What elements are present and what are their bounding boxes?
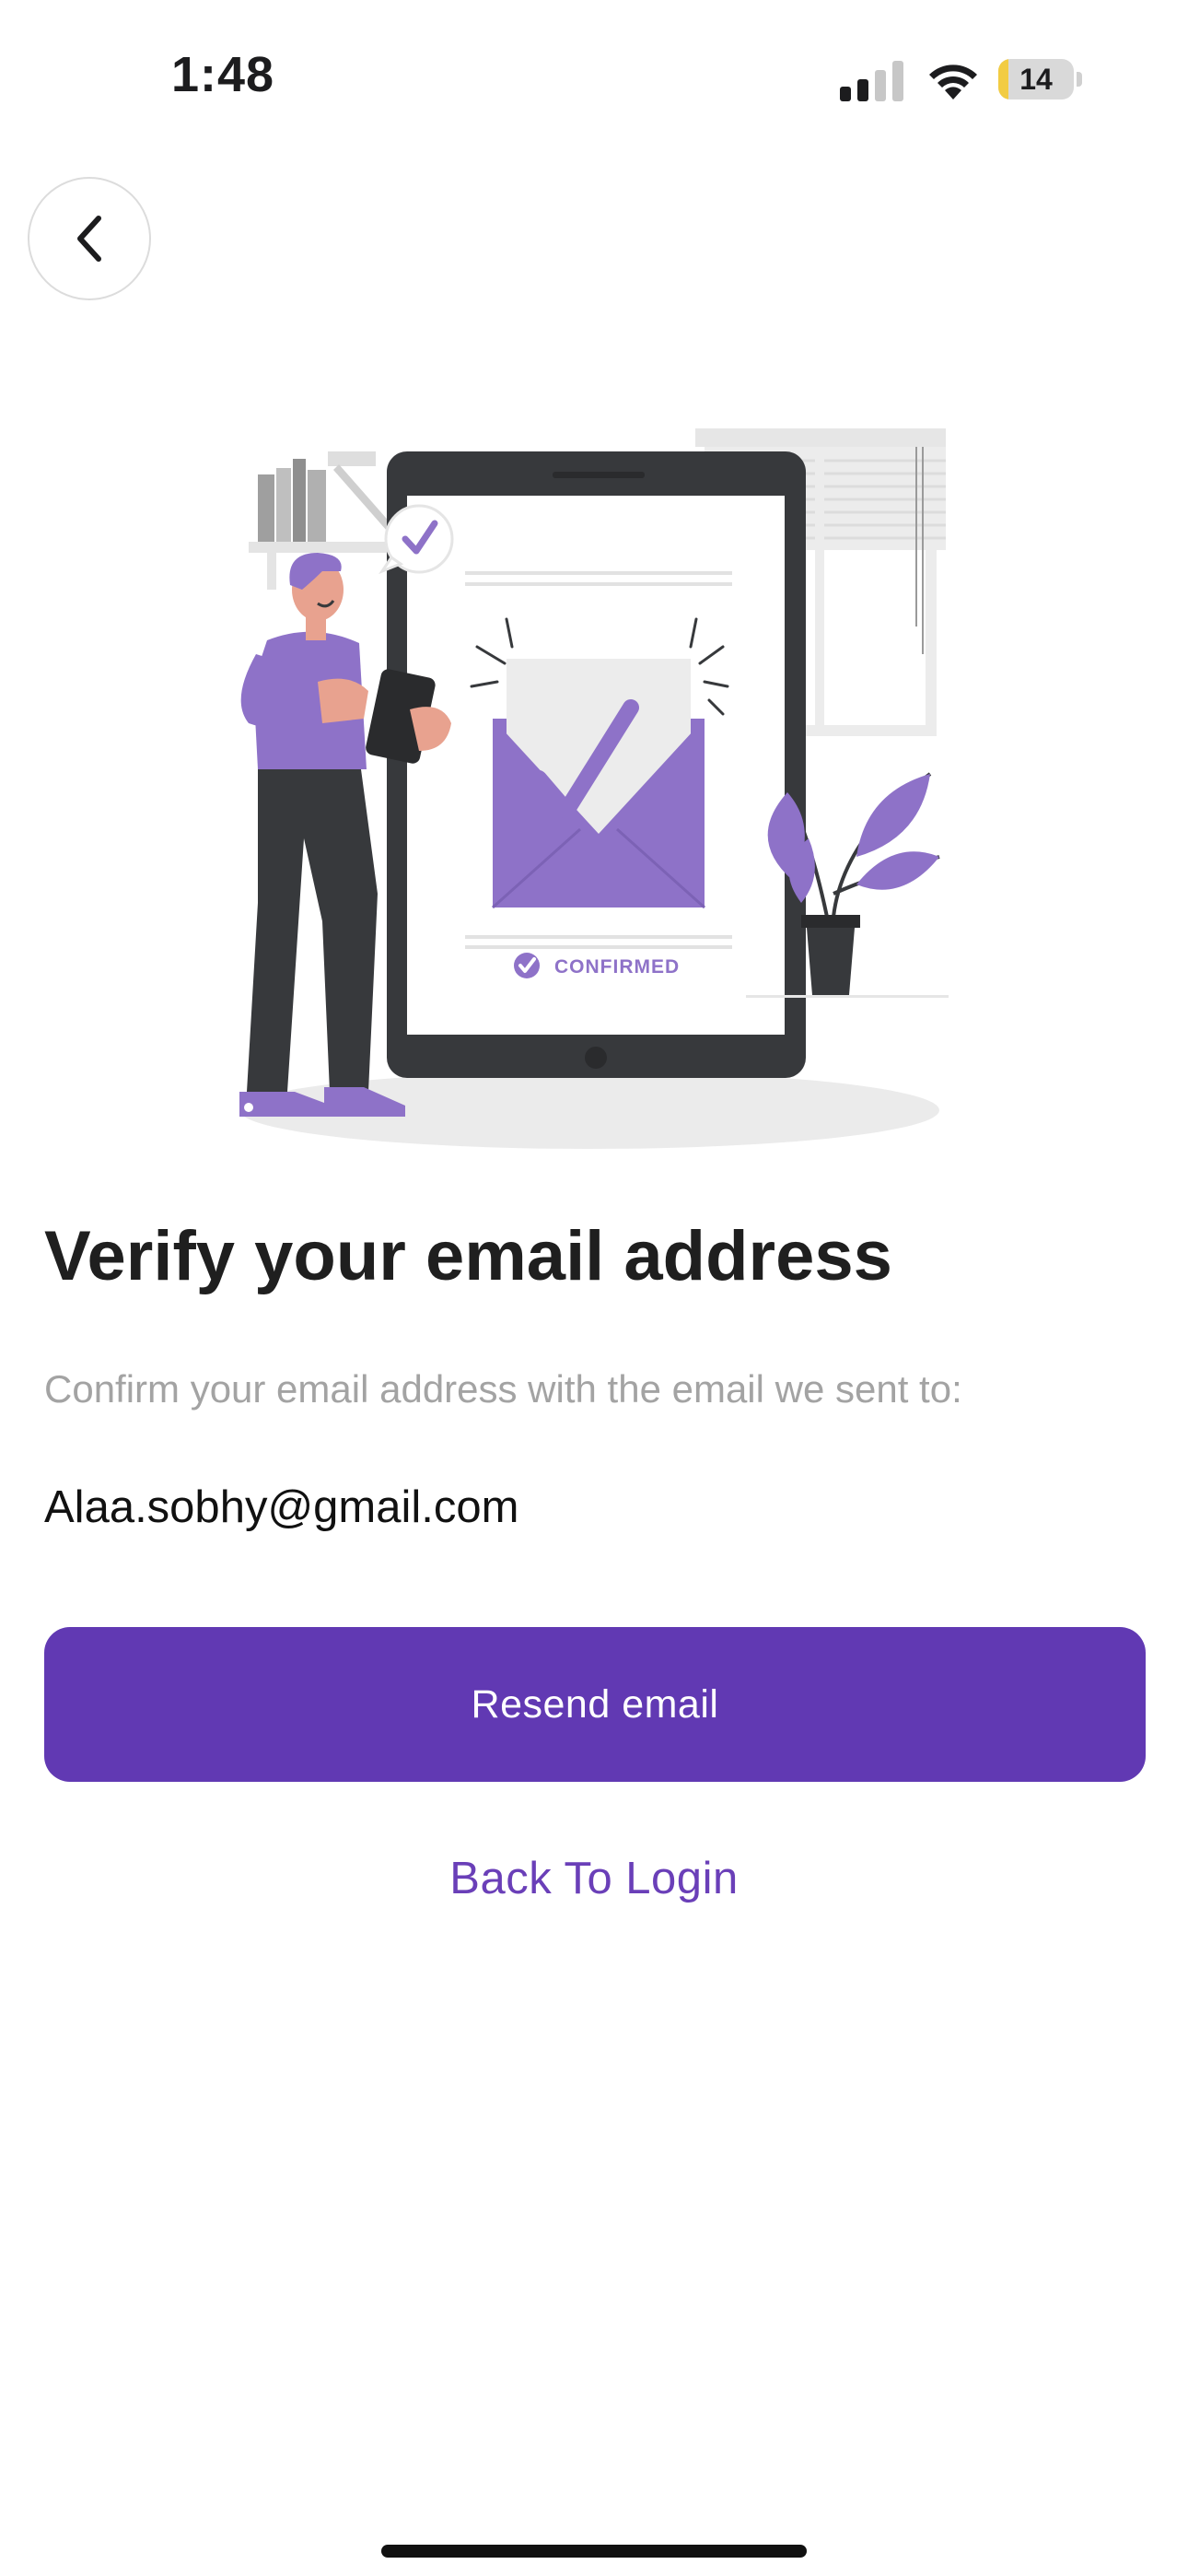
- battery-indicator: 14: [998, 59, 1083, 100]
- resend-email-button[interactable]: Resend email: [44, 1627, 1146, 1782]
- cellular-signal-icon: [840, 61, 903, 101]
- chevron-left-icon: [77, 216, 101, 262]
- confirmed-label: CONFIRMED: [554, 956, 680, 978]
- page-title: Verify your email address: [44, 1217, 892, 1295]
- email-address: Alaa.sobhy@gmail.com: [44, 1482, 519, 1532]
- back-to-login-link[interactable]: Back To Login: [318, 1846, 870, 1911]
- email-confirmed-illustration: CONFIRMED: [239, 428, 949, 1149]
- battery-level: 14: [1019, 63, 1053, 96]
- back-button[interactable]: [28, 177, 151, 300]
- envelope: [470, 617, 729, 909]
- home-indicator: [381, 2545, 807, 2558]
- wifi-icon: [929, 64, 977, 100]
- battery-cap: [1077, 72, 1082, 87]
- status-bar: 1:48 14: [0, 0, 1188, 157]
- status-time: 1:48: [171, 47, 275, 102]
- instruction-text: Confirm your email address with the emai…: [44, 1367, 962, 1411]
